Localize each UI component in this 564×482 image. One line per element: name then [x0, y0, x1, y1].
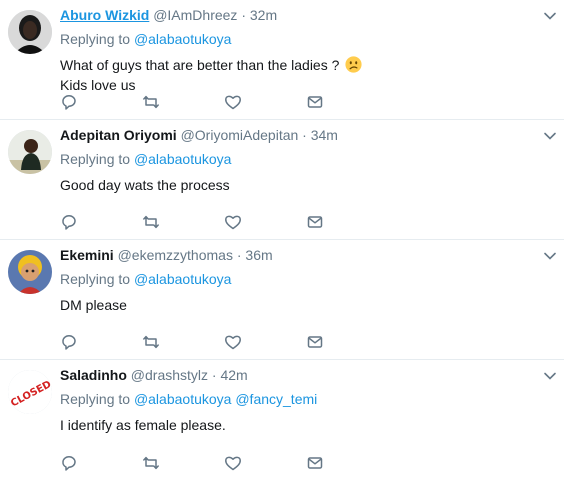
direct-message-button[interactable] [306, 333, 388, 351]
replying-to: Replying to @alabaotukoya [60, 30, 564, 49]
retweet-button[interactable] [142, 454, 224, 472]
tweet-1[interactable]: Aburo Wizkid @IAmDhreez · 32m Replying t… [0, 0, 564, 120]
direct-message-button[interactable] [306, 454, 388, 472]
tweet-text: I identify as female please. [60, 415, 564, 435]
display-name[interactable]: Saladinho [60, 367, 127, 383]
reply-button[interactable] [60, 213, 142, 231]
tweet-header: Adepitan Oriyomi @OriyomiAdepitan · 34m [60, 126, 564, 144]
tweet-line: What of guys that are better than the la… [60, 57, 340, 73]
direct-message-icon [307, 216, 323, 228]
replying-label: Replying to [60, 151, 131, 167]
mention-link[interactable]: @alabaotukoya [134, 31, 232, 47]
tweet-actions [60, 333, 388, 351]
tweet-3[interactable]: Ekemini @ekemzzythomas · 36m Replying to… [0, 240, 564, 360]
retweet-icon [143, 215, 159, 229]
tweet-text: Good day wats the process [60, 175, 564, 195]
tweet-text: DM please [60, 295, 564, 315]
replying-to: Replying to @alabaotukoya @fancy_temi [60, 390, 564, 409]
replying-label: Replying to [60, 31, 131, 47]
direct-message-icon [307, 336, 323, 348]
separator: · [211, 367, 217, 383]
replying-to: Replying to @alabaotukoya [60, 270, 564, 289]
chevron-down-icon[interactable] [542, 368, 558, 384]
tweet-4[interactable]: CLOSED Saladinho @drashstylz · 42m Reply… [0, 360, 564, 480]
tweet-actions [60, 93, 388, 111]
display-name[interactable]: Adepitan Oriyomi [60, 127, 177, 143]
tweet-line: I identify as female please. [60, 417, 226, 433]
user-handle[interactable]: @IAmDhreez [153, 7, 237, 23]
timestamp[interactable]: 32m [250, 7, 277, 23]
tweet-line: DM please [60, 297, 127, 313]
tweet-header: Aburo Wizkid @IAmDhreez · 32m [60, 6, 564, 24]
tweet-text: What of guys that are better than the la… [60, 55, 564, 95]
timestamp[interactable]: 34m [311, 127, 338, 143]
like-icon [225, 215, 241, 230]
like-icon [225, 335, 241, 350]
tweet-line: Kids love us [60, 77, 136, 93]
reply-button[interactable] [60, 333, 142, 351]
tweet-2[interactable]: Adepitan Oriyomi @OriyomiAdepitan · 34m … [0, 120, 564, 240]
mention-link[interactable]: @alabaotukoya [134, 271, 232, 287]
reply-icon [62, 456, 76, 471]
retweet-icon [143, 456, 159, 470]
user-handle[interactable]: @OriyomiAdepitan [181, 127, 299, 143]
mention-link[interactable]: @alabaotukoya [134, 151, 232, 167]
reply-button[interactable] [60, 454, 142, 472]
like-icon [225, 95, 241, 110]
reply-icon [62, 215, 76, 230]
like-icon [225, 456, 241, 471]
tweet-line: Good day wats the process [60, 177, 230, 193]
timestamp[interactable]: 42m [220, 367, 247, 383]
mention-link[interactable]: @fancy_temi [235, 391, 317, 407]
like-button[interactable] [224, 93, 306, 111]
avatar[interactable] [8, 250, 52, 294]
replying-label: Replying to [60, 271, 131, 287]
reply-icon [62, 95, 76, 110]
tweet-header: Ekemini @ekemzzythomas · 36m [60, 246, 564, 264]
like-button[interactable] [224, 333, 306, 351]
like-button[interactable] [224, 454, 306, 472]
direct-message-icon [307, 96, 323, 108]
confused-face-emoji-icon [345, 56, 362, 73]
chevron-down-icon[interactable] [542, 248, 558, 264]
chevron-down-icon[interactable] [542, 128, 558, 144]
reply-icon [62, 335, 76, 350]
direct-message-icon [307, 457, 323, 469]
retweet-button[interactable] [142, 213, 224, 231]
mention-link[interactable]: @alabaotukoya [134, 391, 232, 407]
retweet-button[interactable] [142, 333, 224, 351]
direct-message-button[interactable] [306, 213, 388, 231]
tweet-actions [60, 454, 388, 472]
separator: · [302, 127, 307, 143]
retweet-icon [143, 335, 159, 349]
timestamp[interactable]: 36m [245, 247, 272, 263]
direct-message-button[interactable] [306, 93, 388, 111]
separator: · [236, 247, 242, 263]
retweet-button[interactable] [142, 93, 224, 111]
reply-feed: Aburo Wizkid @IAmDhreez · 32m Replying t… [0, 0, 564, 482]
chevron-down-icon[interactable] [542, 8, 558, 24]
separator: · [241, 7, 246, 23]
user-handle[interactable]: @ekemzzythomas [118, 247, 233, 263]
user-handle[interactable]: @drashstylz [131, 367, 208, 383]
like-button[interactable] [224, 213, 306, 231]
reply-button[interactable] [60, 93, 142, 111]
avatar[interactable] [8, 130, 52, 174]
display-name[interactable]: Ekemini [60, 247, 114, 263]
avatar[interactable] [8, 10, 52, 54]
replying-label: Replying to [60, 391, 131, 407]
display-name[interactable]: Aburo Wizkid [60, 7, 149, 23]
avatar[interactable]: CLOSED [8, 370, 52, 414]
tweet-actions [60, 213, 388, 231]
tweet-header: Saladinho @drashstylz · 42m [60, 366, 564, 384]
replying-to: Replying to @alabaotukoya [60, 150, 564, 169]
retweet-icon [143, 95, 159, 109]
